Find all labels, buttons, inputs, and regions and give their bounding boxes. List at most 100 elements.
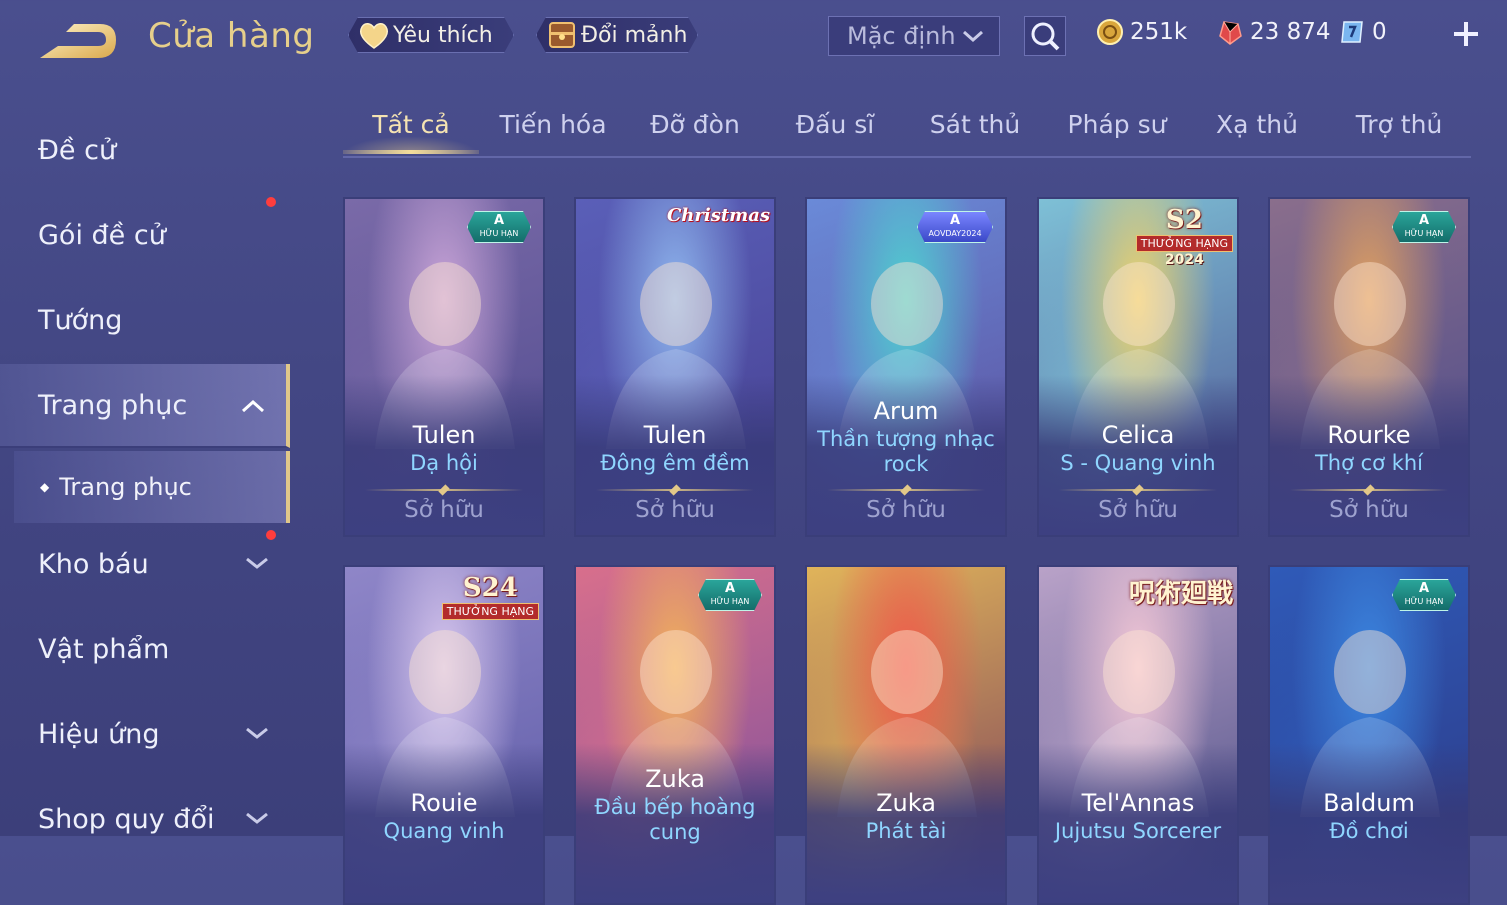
skin-name: Đồ chơi (1329, 819, 1409, 843)
character-head (1334, 262, 1406, 346)
heart-icon (357, 19, 391, 51)
tab-tank[interactable]: Đỡ đòn (625, 110, 765, 139)
voucher-balance: 23 874 (1216, 18, 1330, 46)
tab-all[interactable]: Tất cả (343, 110, 479, 139)
active-tab-underline (343, 150, 479, 154)
skin-name: Thợ cơ khí (1314, 451, 1424, 475)
ticket-amount: 0 (1372, 19, 1387, 45)
owned-status: Sở hữu (1329, 497, 1409, 523)
owned-status: Sở hữu (866, 497, 946, 523)
sidebar-item-effects[interactable]: Hiệu ứng (0, 694, 290, 774)
tab-evolution[interactable]: Tiến hóa (483, 110, 623, 139)
skin-badge: A HỮU HẠN (467, 211, 531, 243)
sidebar-item-items[interactable]: Vật phẩm (0, 609, 290, 689)
card-divider (827, 484, 985, 496)
skin-name: S - Quang vinh (1060, 451, 1216, 475)
owned-status: Sở hữu (404, 497, 484, 523)
gold-coin-icon (1097, 19, 1123, 45)
chevron-down-icon (963, 30, 983, 43)
skin-card[interactable]: Zuka Phát tài (805, 565, 1007, 905)
sidebar-item-label: Kho báu (38, 548, 149, 580)
sidebar-item-label: Tướng (38, 304, 123, 336)
search-button[interactable] (1024, 16, 1066, 56)
sidebar-item-skins[interactable]: Trang phục (0, 364, 290, 448)
notification-dot (266, 530, 276, 540)
badge-subtitle: AOVDAY2024 (928, 229, 982, 238)
hero-name: Celica (1101, 421, 1175, 449)
skin-card[interactable]: 呪術廻戦 Tel'Annas Jujutsu Sorcerer (1037, 565, 1239, 905)
tab-assassin[interactable]: Sát thủ (905, 110, 1045, 139)
sidebar-subitem-skins[interactable]: ◆ Trang phục (14, 451, 290, 523)
top-up-button[interactable] (1450, 18, 1482, 50)
hero-name: Zuka (876, 789, 936, 817)
badge-rank: S24 (462, 573, 518, 603)
skin-badge: Christmas (667, 205, 770, 226)
skin-name: Phát tài (865, 819, 947, 843)
skin-badge: A HỮU HẠN (1392, 211, 1456, 243)
page-title: Cửa hàng (148, 16, 315, 56)
skin-card[interactable]: A HỮU HẠN Rourke Thợ cơ khí Sở hữu (1268, 197, 1470, 537)
badge-subtitle: THƯỞNG HẠNG (1135, 235, 1233, 252)
gold-amount: 251k (1130, 19, 1188, 45)
badge-rank: A (1418, 213, 1430, 228)
diamond-bullet-icon: ◆ (40, 480, 50, 494)
sidebar-item-label: Trang phục (38, 389, 188, 421)
treasure-chest-icon (545, 19, 579, 51)
favorites-label: Yêu thích (393, 22, 493, 48)
character-head (871, 630, 943, 714)
sidebar-item-exchange-shop[interactable]: Shop quy đổi (0, 779, 290, 859)
exchange-fragments-button[interactable]: Đổi mảnh (536, 17, 698, 53)
red-gem-icon (1219, 21, 1242, 45)
hero-name: Arum (873, 397, 939, 425)
skin-card[interactable]: A HỮU HẠN Baldum Đồ chơi (1268, 565, 1470, 905)
sidebar-item-featured[interactable]: Đề cử (0, 110, 290, 190)
character-head (1334, 630, 1406, 714)
character-head (640, 630, 712, 714)
chevron-down-icon (246, 812, 268, 824)
favorites-button[interactable]: Yêu thích (348, 17, 514, 53)
sort-dropdown[interactable]: Mặc định (828, 16, 1000, 56)
hero-name: Tulen (412, 421, 476, 449)
skin-name: Thần tượng nhạc rock (817, 427, 995, 476)
skin-badge: A HỮU HẠN (1392, 579, 1456, 611)
skin-name: Dạ hội (410, 451, 478, 475)
ticket-balance: 0 (1338, 18, 1387, 46)
skin-card[interactable]: A HỮU HẠN Tulen Dạ hội Sở hữu (343, 197, 545, 537)
sidebar-item-treasure[interactable]: Kho báu (0, 524, 290, 604)
notification-dot (266, 197, 276, 207)
sidebar: Đề cử Gói đề cử Tướng Trang phục ◆ Trang… (0, 100, 290, 836)
tab-support[interactable]: Trợ thủ (1329, 110, 1469, 139)
chevron-down-icon (246, 727, 268, 739)
skin-card[interactable]: A AOVDAY2024 Arum Thần tượng nhạc rock Sở hữ… (805, 197, 1007, 537)
tab-marksman[interactable]: Xạ thủ (1187, 110, 1327, 139)
badge-rank: A (493, 213, 505, 228)
top-bar: Cửa hàng Yêu thích Đổi mảnh Mặc định 251… (0, 0, 1507, 78)
badge-subtitle: HỮU HẠN (1404, 229, 1444, 238)
badge-rank: S2 (1165, 205, 1203, 235)
search-icon (1031, 22, 1060, 51)
badge-subtitle: HỮU HẠN (710, 597, 750, 606)
skin-badge: 呪術廻戦 (1129, 573, 1233, 610)
skin-card[interactable]: S2 THƯỞNG HẠNG 2024 Celica S - Quang vinh Sở … (1037, 197, 1239, 537)
character-head (871, 262, 943, 346)
skin-badge: A AOVDAY2024 (917, 211, 993, 243)
exchange-label: Đổi mảnh (581, 22, 688, 48)
hero-name: Zuka (645, 765, 705, 793)
skin-card[interactable]: S24 THƯỞNG HẠNG Rouie Quang vinh (343, 565, 545, 905)
character-head (409, 262, 481, 346)
hero-name: Tulen (643, 421, 707, 449)
skin-card[interactable]: A HỮU HẠN Zuka Đầu bếp hoàng cung (574, 565, 776, 905)
card-divider (1059, 484, 1217, 496)
skin-card[interactable]: Christmas Tulen Đông êm đềm Sở hữu (574, 197, 776, 537)
tab-mage[interactable]: Pháp sư (1047, 110, 1187, 139)
back-button[interactable] (36, 18, 120, 64)
tab-fighter[interactable]: Đấu sĩ (765, 110, 905, 139)
badge-rank: A (949, 213, 961, 228)
plus-icon (1454, 22, 1478, 46)
sidebar-item-featured-packs[interactable]: Gói đề cử (0, 195, 290, 275)
card-divider (1290, 484, 1448, 496)
badge-subtitle: HỮU HẠN (1404, 597, 1444, 606)
sidebar-item-heroes[interactable]: Tướng (0, 280, 290, 360)
card-divider (596, 484, 754, 496)
character-head (1103, 630, 1175, 714)
